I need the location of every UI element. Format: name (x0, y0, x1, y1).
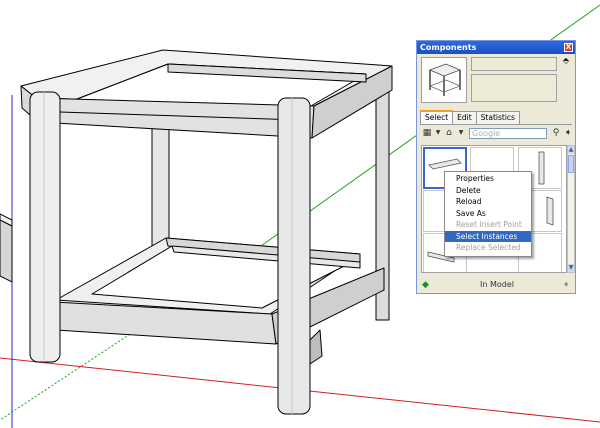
table-frame-model[interactable] (20, 49, 393, 415)
component-thumbnail (421, 57, 467, 103)
chevron-down-icon[interactable]: ▼ (433, 128, 443, 138)
arrow-right-icon[interactable]: ➧ (562, 280, 570, 290)
component-description-field[interactable] (471, 74, 557, 102)
component-info-area: ⬘ (421, 57, 571, 105)
menu-item-delete[interactable]: Delete (445, 185, 531, 197)
tab-select[interactable]: Select (420, 110, 454, 124)
tab-edit[interactable]: Edit (452, 111, 477, 124)
grid-scrollbar[interactable]: ▲ ▼ (567, 145, 575, 273)
component-name-field[interactable] (471, 57, 557, 71)
grid-view-icon[interactable]: ▦ (422, 128, 432, 138)
sketchup-window: Components X ⬘ Select Edit Statistics ▦ … (0, 0, 600, 428)
panel-statusbar: In Model ◆ ➧ (420, 279, 574, 291)
menu-item-replace-selected: Replace Selected (456, 243, 521, 252)
scroll-up-icon[interactable]: ▲ (568, 146, 574, 154)
tab-divider (420, 124, 572, 125)
close-button[interactable]: X (564, 43, 573, 52)
menu-item-save-as[interactable]: Save As (445, 208, 531, 220)
menu-item-reload[interactable]: Reload (445, 196, 531, 208)
panel-tabs: Select Edit Statistics (420, 110, 520, 124)
panel-toolbar: ▦ ▼ ⌂ ▼ Google ⚲ ➧ (420, 127, 574, 141)
arrow-right-icon[interactable]: ➧ (563, 128, 573, 138)
panel-title: Components (420, 43, 477, 52)
status-text: In Model (480, 280, 514, 289)
tab-statistics[interactable]: Statistics (475, 111, 520, 124)
scroll-thumb[interactable] (568, 155, 574, 173)
search-input[interactable]: Google (469, 128, 547, 139)
table-thumbnail-icon (428, 63, 462, 96)
close-icon: X (565, 43, 572, 51)
panel-titlebar[interactable]: Components X (417, 41, 575, 54)
pin-icon[interactable]: ⬘ (561, 57, 571, 73)
magnifier-icon[interactable]: ⚲ (551, 128, 561, 138)
scroll-down-icon[interactable]: ▼ (568, 264, 574, 272)
partial-object[interactable] (0, 213, 13, 283)
menu-item-select-instances[interactable]: Select Instances (445, 230, 531, 242)
home-icon[interactable]: ⌂ (444, 128, 454, 138)
menu-item-properties[interactable]: Properties (445, 173, 531, 185)
menu-item-reset-insert-point: Reset Insert Point (456, 220, 522, 229)
arrow-left-icon[interactable]: ◆ (422, 280, 429, 290)
chevron-down-icon[interactable]: ▼ (456, 128, 466, 138)
context-menu: Properties Delete Reload Save As Reset I… (444, 171, 532, 257)
